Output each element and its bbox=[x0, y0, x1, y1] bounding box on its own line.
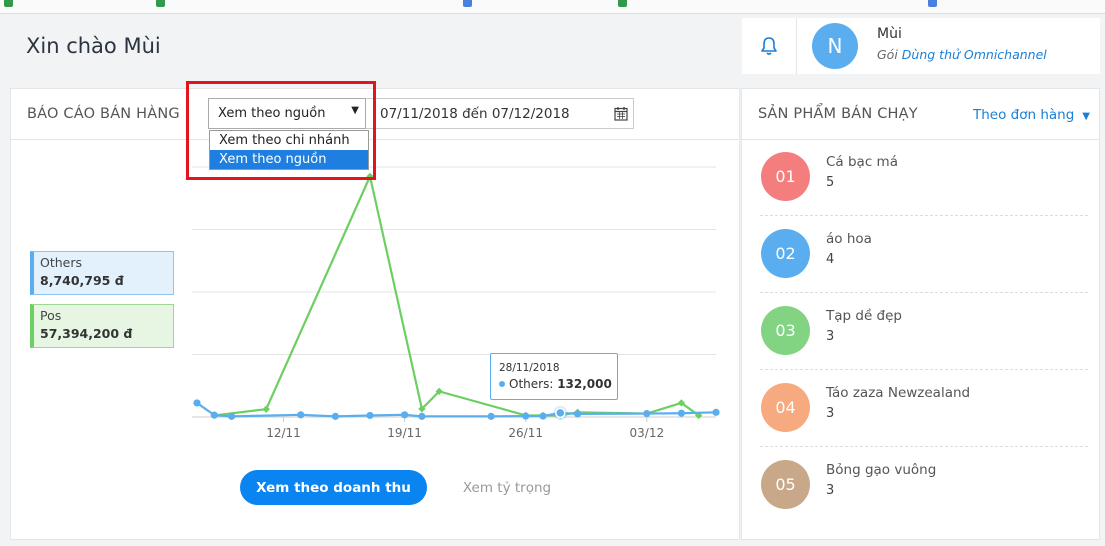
data-point-others bbox=[331, 412, 339, 420]
x-tick-label: 12/11 bbox=[266, 426, 301, 440]
data-point-others bbox=[574, 410, 582, 418]
highlight-box bbox=[186, 81, 376, 180]
rank-badge: 04 bbox=[761, 383, 810, 432]
rank-badge: 02 bbox=[761, 229, 810, 278]
best-sellers-filter[interactable]: Theo đơn hàng ▼ bbox=[973, 107, 1090, 123]
data-point-others bbox=[539, 412, 547, 420]
x-tick-label: 26/11 bbox=[508, 426, 543, 440]
tooltip-series: Others bbox=[509, 377, 550, 391]
tooltip-value: 132,000 bbox=[557, 377, 612, 391]
data-point-others bbox=[366, 411, 374, 420]
product-qty: 3 bbox=[826, 406, 835, 421]
product-name: áo hoa bbox=[826, 231, 872, 247]
data-point-others bbox=[677, 409, 686, 417]
data-point-others bbox=[193, 399, 201, 407]
caret-down-icon: ▼ bbox=[1082, 111, 1090, 122]
x-tick-label: 19/11 bbox=[387, 426, 422, 440]
series-line-others bbox=[196, 402, 717, 418]
product-item[interactable]: 05 Bỏng gạo vuông 3 bbox=[760, 447, 1088, 524]
data-point-others bbox=[643, 409, 651, 418]
product-name: Cá bạc má bbox=[826, 154, 898, 170]
best-sellers-header: SẢN PHẨM BÁN CHẠY Theo đơn hàng ▼ bbox=[742, 89, 1099, 140]
product-name: Táo zaza Newzealand bbox=[826, 385, 971, 401]
rank-badge: 01 bbox=[761, 152, 810, 201]
data-point-others bbox=[712, 408, 720, 416]
data-point-pos bbox=[262, 405, 270, 413]
data-point-others bbox=[228, 412, 236, 420]
tooltip-date: 28/11/2018 bbox=[499, 362, 560, 374]
data-point-others bbox=[522, 412, 530, 420]
product-item[interactable]: 01 Cá bạc má 5 bbox=[760, 139, 1088, 216]
product-qty: 4 bbox=[826, 252, 835, 267]
product-qty: 3 bbox=[826, 329, 835, 344]
series-line-pos bbox=[214, 175, 700, 417]
view-share-button[interactable]: Xem tỷ trọng bbox=[440, 470, 574, 505]
product-qty: 5 bbox=[826, 175, 835, 190]
x-tick-label: 03/12 bbox=[630, 426, 665, 440]
view-revenue-button[interactable]: Xem theo doanh thu bbox=[240, 470, 427, 505]
product-qty: 3 bbox=[826, 483, 835, 498]
product-item[interactable]: 02 áo hoa 4 bbox=[760, 216, 1088, 293]
best-sellers-panel: SẢN PHẨM BÁN CHẠY Theo đơn hàng ▼ 01 Cá b… bbox=[741, 88, 1100, 540]
tooltip-row: Others: 132,000 bbox=[499, 377, 612, 391]
hover-point bbox=[555, 407, 566, 419]
series-dot-icon bbox=[499, 381, 505, 387]
product-item[interactable]: 04 Táo zaza Newzealand 3 bbox=[760, 370, 1088, 447]
data-point-others bbox=[418, 412, 426, 420]
product-name: Tạp dề đẹp bbox=[826, 308, 902, 324]
data-point-others bbox=[487, 412, 495, 420]
chart-tooltip: 28/11/2018 Others: 132,000 bbox=[490, 353, 618, 400]
product-item[interactable]: 03 Tạp dề đẹp 3 bbox=[760, 293, 1088, 370]
data-point-others bbox=[297, 411, 305, 419]
rank-badge: 03 bbox=[761, 306, 810, 355]
data-point-others bbox=[210, 411, 218, 419]
best-sellers-filter-label: Theo đơn hàng bbox=[973, 107, 1075, 123]
best-sellers-title: SẢN PHẨM BÁN CHẠY bbox=[758, 106, 918, 122]
product-name: Bỏng gạo vuông bbox=[826, 462, 937, 478]
data-point-others bbox=[401, 411, 409, 419]
rank-badge: 05 bbox=[761, 460, 810, 509]
